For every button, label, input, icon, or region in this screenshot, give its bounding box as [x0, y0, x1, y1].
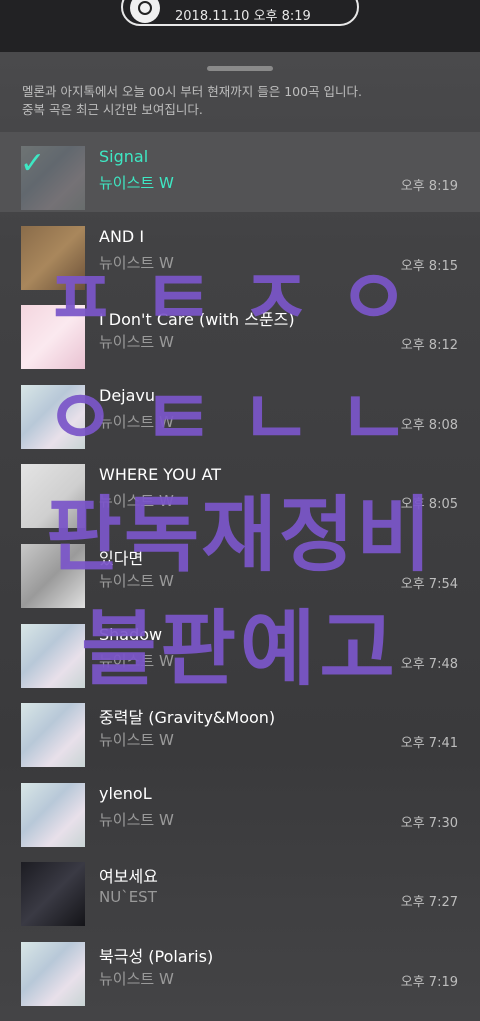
- album-thumbnail: [21, 941, 85, 1006]
- song-row[interactable]: WHERE YOU AT 뉴이스트 W 오후 8:05: [0, 450, 480, 530]
- song-artist: 뉴이스트 W: [99, 253, 174, 272]
- play-time: 오후 8:12: [400, 338, 458, 354]
- album-thumbnail: [21, 623, 85, 688]
- album-thumbnail: [21, 862, 85, 927]
- song-artist: 뉴이스트 W: [99, 492, 174, 511]
- play-time: 오후 7:19: [400, 974, 458, 990]
- song-row[interactable]: I Don't Care (with 스푼즈) 뉴이스트 W 오후 8:12: [0, 291, 480, 371]
- play-time: 오후 8:19: [400, 179, 458, 194]
- song-artist: 뉴이스트 W: [99, 333, 174, 352]
- song-title: ylenoL: [99, 783, 152, 803]
- play-time: 오후 8:08: [400, 417, 458, 433]
- song-row[interactable]: ylenoL 뉴이스트 W 오후 7:30: [0, 769, 480, 849]
- notice-line-1: 멜론과 아지톡에서 오늘 00시 부터 현재까지 들은 100곡 입니다.: [22, 84, 363, 99]
- song-artist: 뉴이스트 W: [99, 810, 174, 829]
- song-title: Dejavu: [99, 385, 156, 405]
- datetime-label: 2018.11.10 오후 8:19: [175, 9, 311, 24]
- check-icon: ✓: [20, 146, 46, 181]
- play-time: 오후 8:05: [400, 497, 458, 513]
- song-title: Shadow: [99, 624, 163, 644]
- status-header: 2018.11.10 오후 8:19: [0, 0, 480, 52]
- song-title: Signal: [99, 147, 149, 166]
- play-time: 오후 7:41: [400, 736, 458, 752]
- song-row[interactable]: AND I 뉴이스트 W 오후 8:15: [0, 212, 480, 292]
- song-artist: 뉴이스트 W: [99, 174, 174, 192]
- notice-line-2: 중복 곡은 최근 시간만 보여집니다.: [22, 102, 203, 117]
- song-list: ✓ Signal 뉴이스트 W 오후 8:19 AND I 뉴이스트 W 오후 …: [0, 132, 480, 1008]
- song-row[interactable]: Dejavu 뉴이스트 W 오후 8:08: [0, 371, 480, 451]
- song-artist: 뉴이스트 W: [99, 571, 174, 590]
- song-title: 있다면: [99, 548, 144, 568]
- song-title: I Don't Care (with 스푼즈): [99, 310, 295, 330]
- album-thumbnail: [21, 305, 85, 370]
- song-artist: 뉴이스트 W: [99, 651, 174, 670]
- notice-text: 멜론과 아지톡에서 오늘 00시 부터 현재까지 들은 100곡 입니다. 중복…: [22, 83, 462, 119]
- now-playing-pill[interactable]: 2018.11.10 오후 8:19: [121, 0, 359, 26]
- album-thumbnail: [21, 703, 85, 768]
- song-row[interactable]: 있다면 뉴이스트 W 오후 7:54: [0, 530, 480, 610]
- song-artist: NU`EST: [99, 888, 157, 907]
- history-sheet: 멜론과 아지톡에서 오늘 00시 부터 현재까지 들은 100곡 입니다. 중복…: [0, 52, 480, 1021]
- song-artist: 뉴이스트 W: [99, 731, 174, 750]
- song-artist: 뉴이스트 W: [99, 412, 174, 431]
- song-row[interactable]: ✓ Signal 뉴이스트 W 오후 8:19: [0, 132, 480, 212]
- play-time: 오후 8:15: [400, 258, 458, 274]
- song-row[interactable]: 여보세요 NU`EST 오후 7:27: [0, 848, 480, 928]
- play-time: 오후 7:30: [400, 815, 458, 831]
- song-row[interactable]: 북극성 (Polaris) 뉴이스트 W 오후 7:19: [0, 928, 480, 1008]
- song-artist: 뉴이스트 W: [99, 969, 174, 988]
- song-row[interactable]: 중력달 (Gravity&Moon) 뉴이스트 W 오후 7:41: [0, 689, 480, 769]
- music-disc-icon: [130, 0, 160, 23]
- play-time: 오후 7:27: [400, 895, 458, 911]
- song-title: 중력달 (Gravity&Moon): [99, 708, 276, 728]
- song-title: 여보세요: [99, 867, 158, 887]
- album-thumbnail: [21, 384, 85, 449]
- song-title: 북극성 (Polaris): [99, 946, 214, 966]
- play-time: 오후 7:54: [400, 576, 458, 592]
- album-thumbnail: [21, 464, 85, 529]
- album-thumbnail: [21, 543, 85, 608]
- song-title: AND I: [99, 226, 145, 246]
- play-time: 오후 7:48: [400, 656, 458, 672]
- song-title: WHERE YOU AT: [99, 465, 222, 485]
- album-thumbnail: [21, 782, 85, 847]
- album-thumbnail: [21, 225, 85, 290]
- song-row[interactable]: Shadow 뉴이스트 W 오후 7:48: [0, 610, 480, 690]
- drag-handle[interactable]: [207, 66, 273, 71]
